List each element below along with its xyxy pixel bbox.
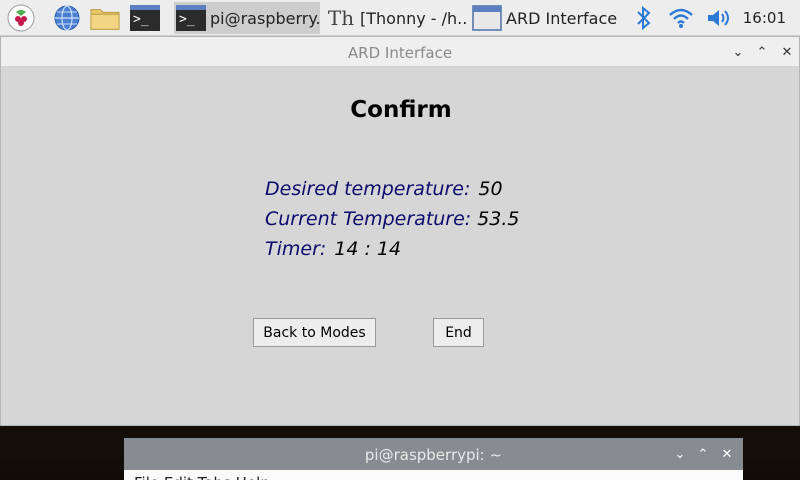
page-title: Confirm <box>350 97 452 123</box>
terminal-menubar[interactable]: File Edit Tabs Help <box>124 470 743 480</box>
chevron-down-icon: ⌄ <box>674 446 686 462</box>
web-browser-icon[interactable] <box>52 3 82 33</box>
maximize-button[interactable]: ⌃ <box>753 43 771 61</box>
task-thonny[interactable]: Th [Thonny - /h... <box>324 2 466 34</box>
close-button[interactable]: ✕ <box>778 43 796 61</box>
volume-icon[interactable] <box>704 3 734 33</box>
terminal-close-button[interactable]: ✕ <box>718 445 736 463</box>
minimize-button[interactable]: ⌄ <box>729 43 747 61</box>
timer-row: Timer: 14 : 14 <box>265 238 401 260</box>
raspberry-menu-icon[interactable] <box>6 3 36 33</box>
terminal-window: pi@raspberrypi: ~ ⌄ ⌃ ✕ File Edit Tabs H… <box>124 438 743 480</box>
wifi-icon[interactable] <box>666 3 696 33</box>
terminal-minimize-button[interactable]: ⌄ <box>671 445 689 463</box>
bluetooth-icon[interactable] <box>629 3 659 33</box>
current-temperature-label: Current Temperature: <box>265 208 472 230</box>
chevron-up-icon: ⌃ <box>756 44 768 60</box>
chevron-down-icon: ⌄ <box>732 44 744 60</box>
terminal-maximize-button[interactable]: ⌃ <box>694 445 712 463</box>
terminal-titlebar[interactable]: pi@raspberrypi: ~ ⌄ ⌃ ✕ <box>124 438 743 470</box>
desired-temperature-value: 50 <box>478 178 503 200</box>
current-temperature-value: 53.5 <box>477 208 520 230</box>
task-terminal[interactable]: >_ pi@raspberry... <box>174 2 320 34</box>
file-manager-icon[interactable] <box>90 3 120 33</box>
chevron-up-icon: ⌃ <box>697 446 709 462</box>
desired-temperature-row: Desired temperature: 50 <box>265 178 503 200</box>
close-icon: ✕ <box>781 44 793 60</box>
timer-value: 14 : 14 <box>334 238 402 260</box>
thonny-icon: Th <box>327 6 355 30</box>
window-title: ARD Interface <box>347 44 453 62</box>
end-button[interactable]: End <box>433 318 484 347</box>
taskbar: >_ >_ pi@raspberry... Th [Thonny - /h...… <box>0 0 800 36</box>
task-ard-interface[interactable]: ARD Interface <box>470 2 620 34</box>
terminal-launcher-icon[interactable]: >_ <box>130 3 160 33</box>
terminal-icon: >_ <box>176 3 206 33</box>
timer-label: Timer: <box>265 238 327 260</box>
clock: 16:01 <box>742 9 786 27</box>
desired-temperature-label: Desired temperature: <box>265 178 471 200</box>
window-icon <box>472 3 502 33</box>
terminal-title: pi@raspberrypi: ~ <box>364 446 503 464</box>
window-titlebar[interactable]: ARD Interface ⌄ ⌃ ✕ <box>1 37 799 67</box>
back-to-modes-button[interactable]: Back to Modes <box>253 318 376 347</box>
current-temperature-row: Current Temperature: 53.5 <box>265 208 520 230</box>
ard-interface-window: ARD Interface ⌄ ⌃ ✕ Confirm Desired temp… <box>0 36 800 426</box>
close-icon: ✕ <box>721 446 733 462</box>
